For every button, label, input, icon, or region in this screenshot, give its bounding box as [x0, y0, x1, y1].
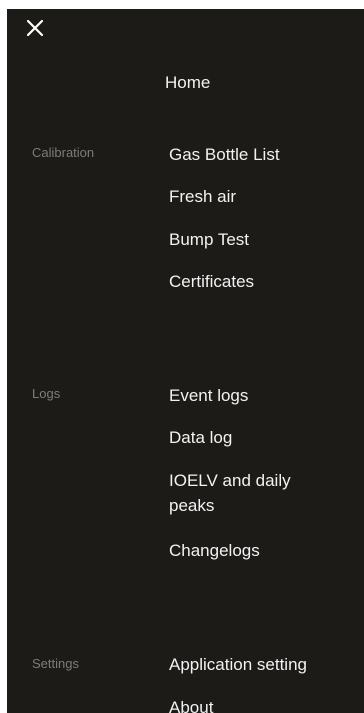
section-label-settings: Settings [32, 656, 79, 671]
menu-item-gas-bottle-list[interactable]: Gas Bottle List [169, 142, 280, 167]
menu-item-application-setting[interactable]: Application setting [169, 652, 307, 677]
navigation-drawer: Home Calibration Gas Bottle List Fresh a… [7, 9, 364, 713]
menu-item-event-logs[interactable]: Event logs [169, 383, 248, 408]
close-icon [26, 19, 44, 37]
section-label-logs: Logs [32, 386, 61, 401]
menu-item-fresh-air[interactable]: Fresh air [169, 184, 236, 209]
close-button[interactable] [24, 17, 46, 39]
section-label-calibration: Calibration [32, 145, 95, 160]
menu-item-home[interactable]: Home [165, 73, 210, 93]
menu-item-certificates[interactable]: Certificates [169, 269, 254, 294]
menu-item-data-log[interactable]: Data log [169, 425, 232, 450]
menu-item-ioelv-daily-peaks[interactable]: IOELV and daily peaks [169, 468, 319, 518]
menu-item-bump-test[interactable]: Bump Test [169, 227, 249, 252]
menu-item-changelogs[interactable]: Changelogs [169, 538, 260, 563]
menu-item-about[interactable]: About [169, 695, 213, 713]
